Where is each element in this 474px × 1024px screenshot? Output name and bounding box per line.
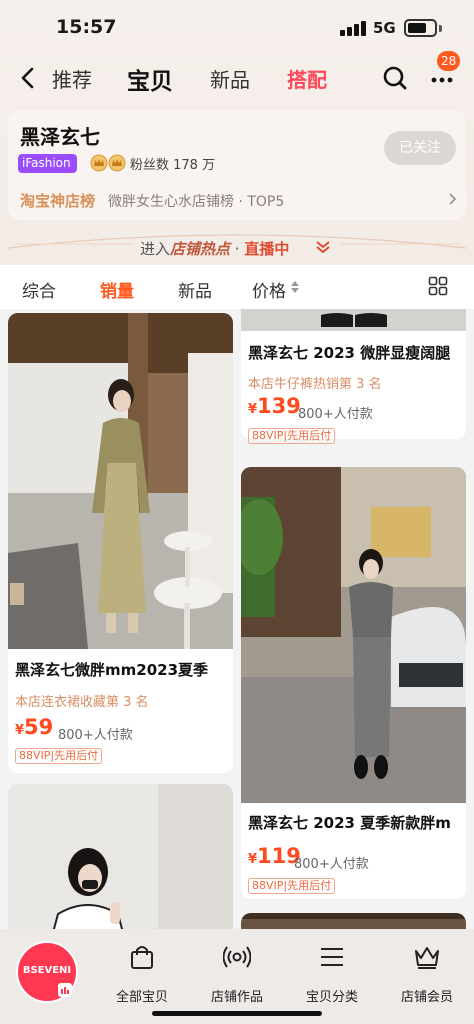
product-price: ¥59 xyxy=(15,715,53,739)
price-value: 59 xyxy=(24,715,54,739)
chevron-right-icon[interactable] xyxy=(448,192,458,206)
status-bar: 15:57 5G xyxy=(0,0,474,56)
paid-count: 800+人付款 xyxy=(298,407,373,422)
vip-tag: 88VIP|先用后付 xyxy=(15,748,103,764)
tab-categories[interactable]: 宝贝分类 xyxy=(292,941,372,1011)
paid-count: 800+人付款 xyxy=(294,857,369,872)
crown-outline-icon xyxy=(415,947,439,969)
product-rank: 本店牛仔裤热销第 3 名 xyxy=(248,377,382,392)
vip-tag: 88VIP|先用后付 xyxy=(248,428,336,444)
status-time: 15:57 xyxy=(56,16,117,38)
vip-tag: 88VIP|先用后付 xyxy=(248,878,336,894)
live-label: 直播中 xyxy=(244,240,290,258)
back-icon[interactable] xyxy=(16,63,42,93)
top-nav: 推荐 宝贝 新品 搭配 28 xyxy=(0,51,474,100)
sort-arrows-icon[interactable] xyxy=(290,279,300,295)
brand-tag: iFashion xyxy=(18,154,77,173)
hotspot-separator: · xyxy=(230,240,245,258)
battery-icon xyxy=(404,19,437,37)
home-indicator xyxy=(152,1011,322,1016)
notification-badge: 28 xyxy=(437,51,461,71)
tab-all-items-label: 全部宝贝 xyxy=(115,990,168,1005)
tab-categories-label: 宝贝分类 xyxy=(305,990,358,1005)
network-label: 5G xyxy=(373,19,396,37)
product-feed: 黑泽玄七微胖mm2023夏季 本店连衣裙收藏第 3 名 ¥59 800+人付款 … xyxy=(0,309,474,929)
brand-tag-label: iFashion xyxy=(22,156,71,170)
search-icon[interactable] xyxy=(381,64,409,92)
store-hotspot-link[interactable]: 进入店铺热点 · 直播中 xyxy=(140,238,289,259)
hotspot-prefix: 进入 xyxy=(140,240,171,258)
fan-count: 粉丝数 178 万 xyxy=(130,158,216,173)
product-card[interactable] xyxy=(8,784,233,929)
tab-membership-label: 店铺会员 xyxy=(400,990,453,1005)
hotspot-emphasis: 店铺热点 xyxy=(170,240,231,258)
product-title[interactable]: 黑泽玄七 2023 夏季新款胖m xyxy=(248,812,460,833)
tab-store-works[interactable]: 店铺作品 xyxy=(197,941,277,1011)
product-image[interactable] xyxy=(241,467,466,803)
product-card[interactable] xyxy=(241,913,466,929)
tab-store-works-label: 店铺作品 xyxy=(210,990,263,1005)
bottom-tab-bar: BSEVENI 全部宝贝 店铺作品 宝贝分类 店铺会员 xyxy=(0,929,474,1024)
currency-symbol: ¥ xyxy=(248,402,258,417)
product-card[interactable]: 黑泽玄七微胖mm2023夏季 本店连衣裙收藏第 3 名 ¥59 800+人付款 … xyxy=(8,313,233,773)
paid-count: 800+人付款 xyxy=(58,728,133,743)
sort-comprehensive[interactable]: 综合 xyxy=(22,277,56,302)
follow-button[interactable]: 已关注 xyxy=(384,131,456,165)
tab-recommend[interactable]: 推荐 xyxy=(52,64,92,93)
product-price: ¥139 xyxy=(248,394,301,418)
rank-title[interactable]: 淘宝神店榜 xyxy=(20,190,95,211)
tab-new[interactable]: 新品 xyxy=(210,64,250,93)
battery-fill xyxy=(408,23,426,33)
crown-icon xyxy=(90,154,108,172)
signal-icon xyxy=(340,20,366,36)
product-card[interactable]: 黑泽玄七 2023 夏季新款胖m ¥119 800+人付款 88VIP|先用后付 xyxy=(241,467,466,899)
broadcast-icon xyxy=(223,946,251,968)
tab-items[interactable]: 宝贝 xyxy=(127,62,173,96)
sort-new[interactable]: 新品 xyxy=(178,277,212,302)
tab-membership[interactable]: 店铺会员 xyxy=(387,941,467,1011)
product-title[interactable]: 黑泽玄七微胖mm2023夏季 xyxy=(15,659,227,680)
rank-description[interactable]: 微胖女生心水店铺榜 · TOP5 xyxy=(108,191,284,211)
product-title[interactable]: 黑泽玄七 2023 微胖显瘦阔腿 xyxy=(248,342,460,363)
grid-view-icon[interactable] xyxy=(428,276,448,296)
list-icon xyxy=(321,948,343,966)
currency-symbol: ¥ xyxy=(15,723,25,738)
crown-icon xyxy=(108,154,126,172)
product-price: ¥119 xyxy=(248,844,301,868)
sort-sales[interactable]: 销量 xyxy=(100,277,134,302)
sort-price[interactable]: 价格 xyxy=(252,277,286,302)
store-card[interactable]: 黑泽玄七 iFashion 粉丝数 178 万 已关注 淘宝神店榜 微胖女生心水… xyxy=(8,110,466,220)
store-logo-text: BSEVENI xyxy=(22,965,72,976)
sort-bar: 综合 销量 新品 价格 xyxy=(0,265,474,309)
shopping-bag-icon xyxy=(131,946,153,969)
price-value: 139 xyxy=(257,394,301,418)
tab-outfit[interactable]: 搭配 xyxy=(287,64,327,93)
double-chevron-down-icon[interactable] xyxy=(315,240,331,254)
product-image[interactable] xyxy=(241,913,466,929)
product-rank: 本店连衣裙收藏第 3 名 xyxy=(15,695,149,710)
product-image[interactable] xyxy=(241,309,466,331)
chart-icon xyxy=(58,983,72,997)
product-image[interactable] xyxy=(8,313,233,649)
battery-cap xyxy=(439,25,442,32)
tab-all-items[interactable]: 全部宝贝 xyxy=(102,941,182,1011)
store-name: 黑泽玄七 xyxy=(20,125,100,149)
product-image[interactable] xyxy=(8,784,233,929)
store-logo[interactable]: BSEVENI xyxy=(16,941,78,1003)
currency-symbol: ¥ xyxy=(248,852,258,867)
